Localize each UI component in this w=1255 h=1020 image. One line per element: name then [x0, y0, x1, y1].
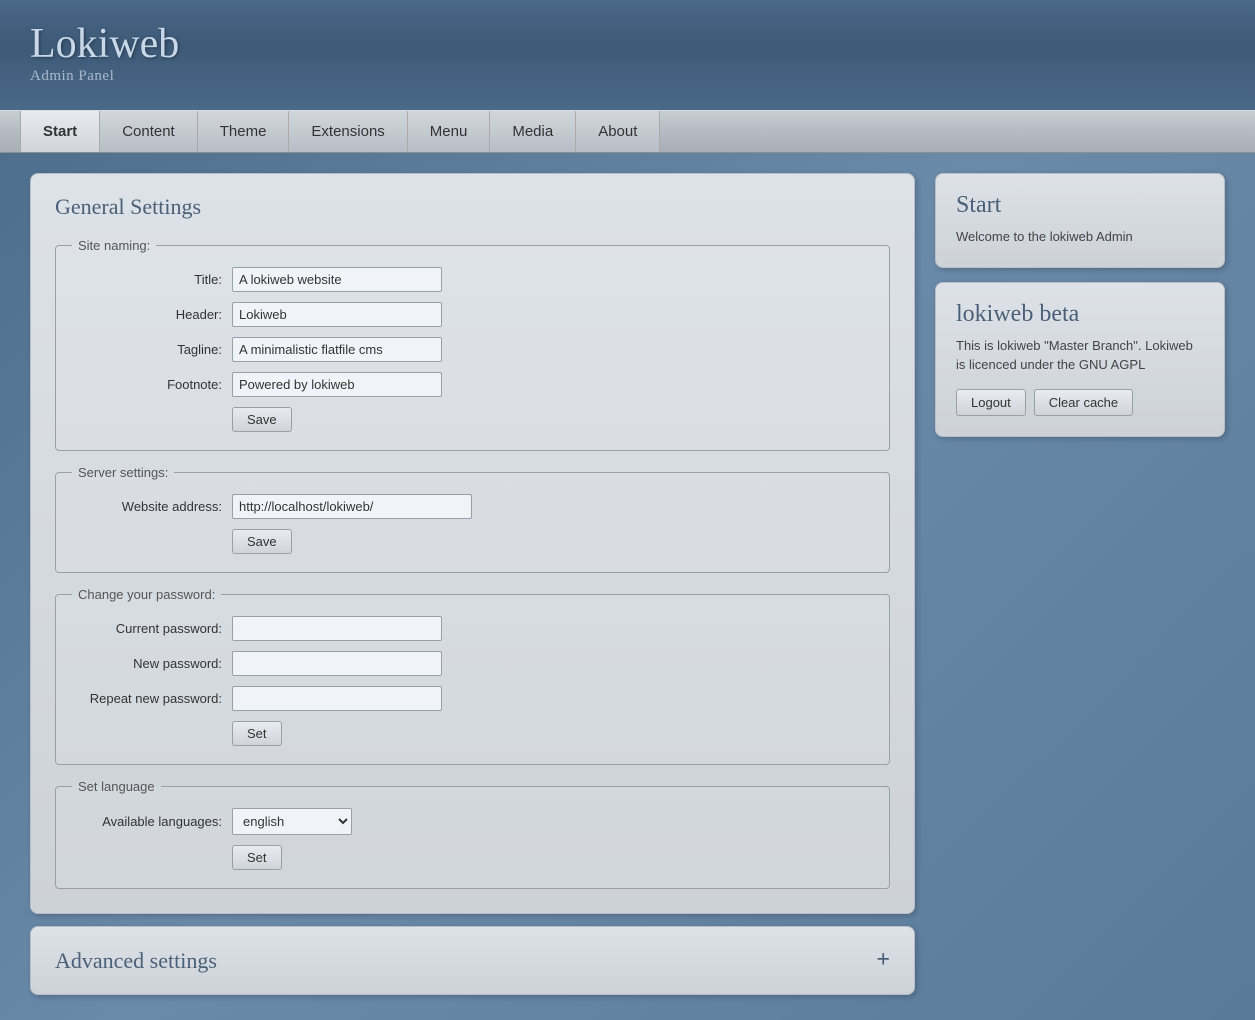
- site-naming-legend: Site naming:: [72, 238, 156, 253]
- title-label: Title:: [72, 272, 232, 287]
- header-label: Header:: [72, 307, 232, 322]
- nav-item-about[interactable]: About: [576, 111, 660, 152]
- nav-item-start[interactable]: Start: [20, 111, 100, 152]
- server-save-row: Save: [72, 529, 873, 554]
- nav-item-media[interactable]: Media: [490, 111, 576, 152]
- header-input[interactable]: [232, 302, 442, 327]
- password-set-button[interactable]: Set: [232, 721, 282, 746]
- new-password-input[interactable]: [232, 651, 442, 676]
- nav-item-theme[interactable]: Theme: [198, 111, 290, 152]
- beta-card-text: This is lokiweb "Master Branch". Lokiweb…: [956, 336, 1204, 375]
- server-save-button[interactable]: Save: [232, 529, 292, 554]
- website-address-row: Website address:: [72, 494, 873, 519]
- beta-card-buttons: Logout Clear cache: [956, 389, 1204, 416]
- advanced-settings-card[interactable]: Advanced settings +: [30, 926, 915, 995]
- title-row: Title:: [72, 267, 873, 292]
- title-input[interactable]: [232, 267, 442, 292]
- nav-item-menu[interactable]: Menu: [408, 111, 491, 152]
- general-settings-title: General Settings: [55, 194, 890, 220]
- nav-item-extensions[interactable]: Extensions: [289, 111, 407, 152]
- language-set-row: Set: [72, 845, 873, 870]
- server-settings-legend: Server settings:: [72, 465, 174, 480]
- change-password-legend: Change your password:: [72, 587, 221, 602]
- website-address-input[interactable]: [232, 494, 472, 519]
- server-settings-fieldset: Server settings: Website address: Save: [55, 465, 890, 573]
- general-settings-card: General Settings Site naming: Title: Hea…: [30, 173, 915, 914]
- footnote-input[interactable]: [232, 372, 442, 397]
- header-row: Header:: [72, 302, 873, 327]
- start-card-text: Welcome to the lokiweb Admin: [956, 227, 1204, 247]
- available-languages-label: Available languages:: [72, 814, 232, 829]
- site-naming-fieldset: Site naming: Title: Header: Tagline: Foo…: [55, 238, 890, 451]
- clear-cache-button[interactable]: Clear cache: [1034, 389, 1133, 416]
- advanced-settings-title: Advanced settings: [55, 948, 217, 974]
- repeat-password-input[interactable]: [232, 686, 442, 711]
- set-language-legend: Set language: [72, 779, 161, 794]
- current-password-row: Current password:: [72, 616, 873, 641]
- language-set-button[interactable]: Set: [232, 845, 282, 870]
- site-naming-save-row: Save: [72, 407, 873, 432]
- current-password-label: Current password:: [72, 621, 232, 636]
- site-naming-save-button[interactable]: Save: [232, 407, 292, 432]
- tagline-input[interactable]: [232, 337, 442, 362]
- right-panel: Start Welcome to the lokiweb Admin lokiw…: [935, 173, 1225, 437]
- tagline-label: Tagline:: [72, 342, 232, 357]
- beta-card: lokiweb beta This is lokiweb "Master Bra…: [935, 282, 1225, 437]
- repeat-password-row: Repeat new password:: [72, 686, 873, 711]
- set-language-fieldset: Set language Available languages: englis…: [55, 779, 890, 889]
- password-set-row: Set: [72, 721, 873, 746]
- footnote-row: Footnote:: [72, 372, 873, 397]
- nav-item-content[interactable]: Content: [100, 111, 198, 152]
- left-panel: General Settings Site naming: Title: Hea…: [30, 173, 915, 995]
- site-title: Lokiweb: [30, 21, 179, 67]
- current-password-input[interactable]: [232, 616, 442, 641]
- website-address-label: Website address:: [72, 499, 232, 514]
- logout-button[interactable]: Logout: [956, 389, 1026, 416]
- main-content: General Settings Site naming: Title: Hea…: [0, 153, 1255, 1015]
- change-password-fieldset: Change your password: Current password: …: [55, 587, 890, 765]
- expand-icon: +: [876, 947, 890, 974]
- available-languages-row: Available languages: english german fren…: [72, 808, 873, 835]
- site-subtitle: Admin Panel: [30, 68, 179, 85]
- beta-card-title: lokiweb beta: [956, 301, 1204, 328]
- footnote-label: Footnote:: [72, 377, 232, 392]
- new-password-label: New password:: [72, 656, 232, 671]
- language-select[interactable]: english german french spanish: [232, 808, 352, 835]
- repeat-password-label: Repeat new password:: [72, 691, 232, 706]
- navigation: Start Content Theme Extensions Menu Medi…: [0, 110, 1255, 153]
- start-card: Start Welcome to the lokiweb Admin: [935, 173, 1225, 268]
- tagline-row: Tagline:: [72, 337, 873, 362]
- new-password-row: New password:: [72, 651, 873, 676]
- header: Lokiweb Admin Panel: [0, 0, 1255, 110]
- start-card-title: Start: [956, 192, 1204, 219]
